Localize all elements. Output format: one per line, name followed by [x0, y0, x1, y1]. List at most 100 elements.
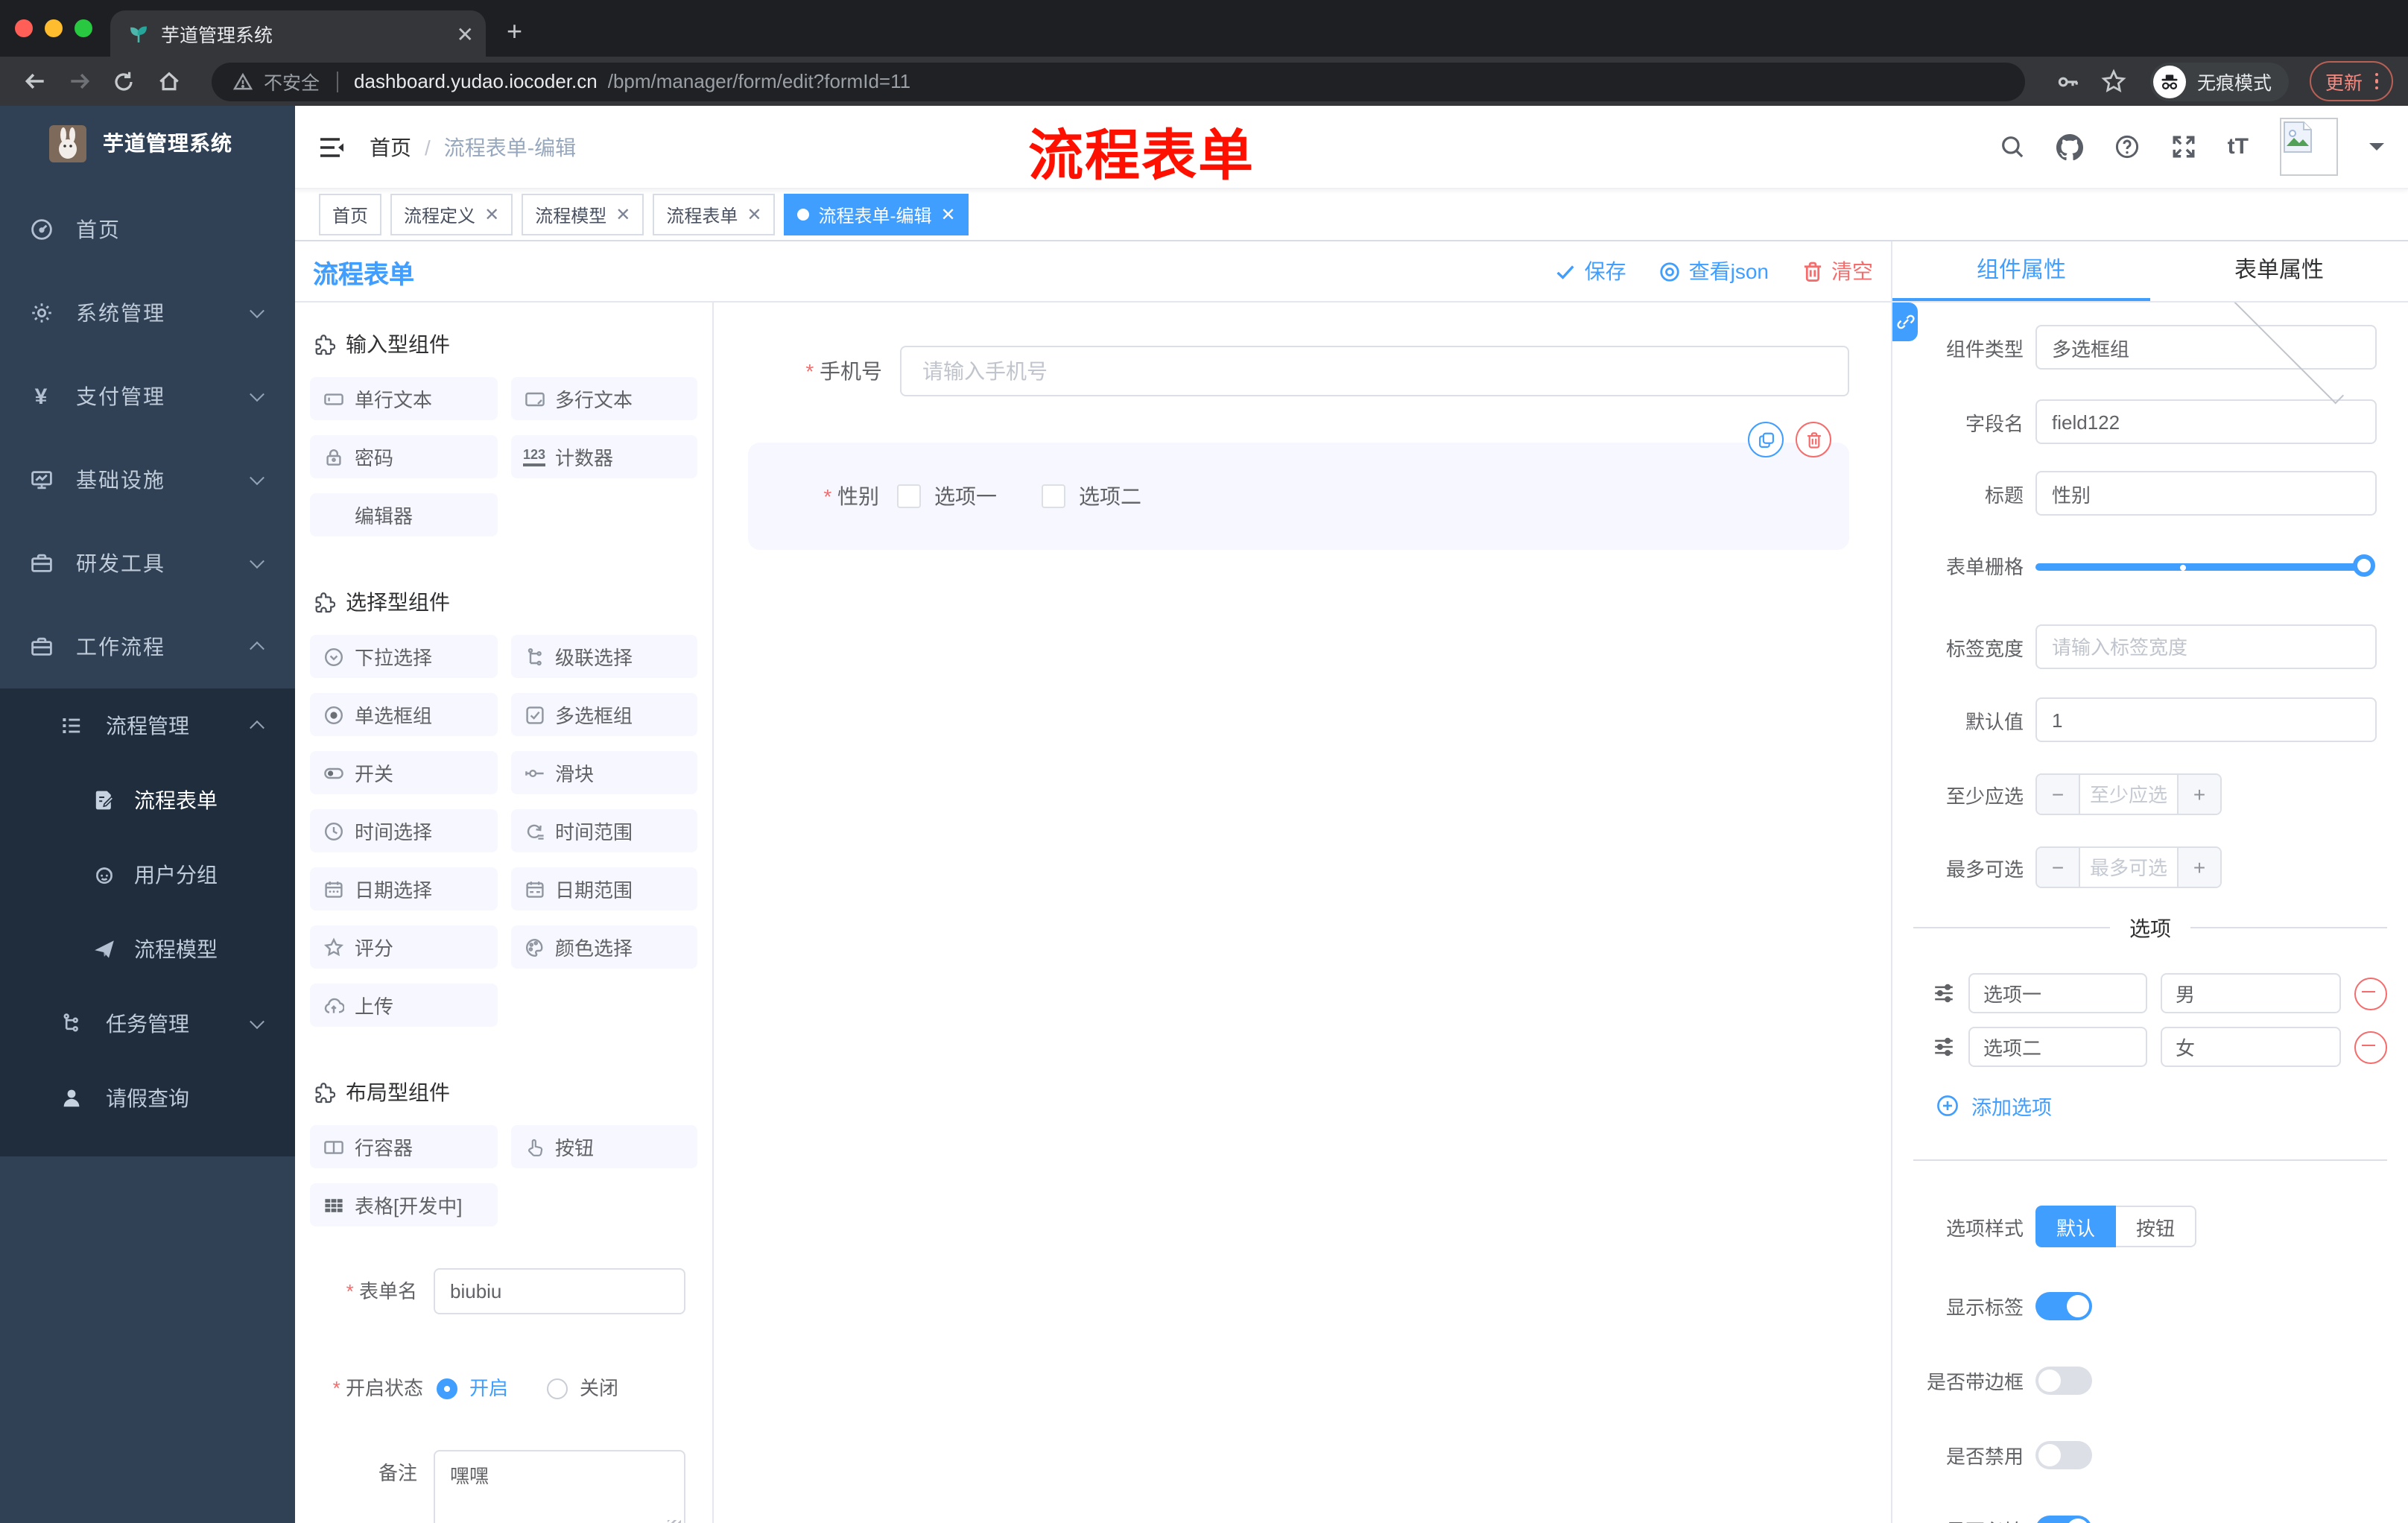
component-cascader[interactable]: 级联选择 — [510, 635, 697, 678]
browser-menu-icon[interactable] — [2374, 72, 2378, 90]
component-type-select[interactable]: 多选框组 — [2035, 303, 2377, 405]
component-multi-line-text[interactable]: 多行文本 — [510, 377, 697, 420]
option-label-input[interactable] — [1968, 973, 2147, 1013]
tab-close-icon[interactable]: ✕ — [457, 23, 474, 44]
border-toggle[interactable] — [2035, 1367, 2092, 1395]
option-value-input[interactable] — [2161, 1027, 2341, 1067]
checkbox-icon[interactable] — [897, 484, 921, 508]
checkbox-icon[interactable] — [1042, 484, 1065, 508]
add-option-button[interactable]: 添加选项 — [1936, 1091, 2408, 1121]
link-handle[interactable] — [1892, 303, 1918, 341]
component-time-picker[interactable]: 时间选择 — [310, 809, 497, 852]
component-select[interactable]: 下拉选择 — [310, 635, 497, 678]
form-canvas[interactable]: 手机号 性别 — [714, 303, 1891, 1523]
component-date-picker[interactable]: 日期选择 — [310, 867, 497, 911]
stepper-decrease-button[interactable] — [2037, 848, 2080, 887]
view-json-button[interactable]: 查看json — [1659, 256, 1769, 286]
tag-close-icon[interactable]: ✕ — [941, 206, 956, 224]
option-value-input[interactable] — [2161, 973, 2341, 1013]
tab-form-props[interactable]: 表单属性 — [2150, 241, 2408, 301]
fullscreen-icon[interactable] — [2171, 134, 2196, 159]
status-radio-on[interactable]: 开启 — [437, 1365, 508, 1411]
component-upload[interactable]: 上传 — [310, 984, 497, 1027]
min-select-input[interactable] — [2080, 775, 2177, 814]
browser-tab[interactable]: 芋道管理系统 ✕ — [110, 10, 486, 57]
new-tab-button[interactable]: + — [507, 16, 522, 48]
max-select-stepper[interactable] — [2035, 846, 2222, 888]
option-label-input[interactable] — [1968, 1027, 2147, 1067]
sidebar-item-devtools[interactable]: 研发工具 — [0, 522, 295, 605]
font-size-icon[interactable]: tT — [2228, 134, 2249, 159]
min-select-stepper[interactable] — [2035, 773, 2222, 815]
form-name-input[interactable] — [434, 1268, 685, 1314]
remove-option-button[interactable] — [2354, 977, 2387, 1010]
github-icon[interactable] — [2056, 133, 2083, 160]
tag-close-icon[interactable]: ✕ — [747, 206, 761, 224]
required-toggle[interactable] — [2035, 1516, 2092, 1523]
field-name-input[interactable] — [2035, 399, 2377, 444]
component-color-picker[interactable]: 颜色选择 — [510, 925, 697, 969]
clear-button[interactable]: 清空 — [1802, 256, 1873, 286]
component-time-range[interactable]: 时间范围 — [510, 809, 697, 852]
sidebar-item-workflow[interactable]: 工作流程 — [0, 605, 295, 688]
sidebar-item-infra[interactable]: 基础设施 — [0, 438, 295, 522]
sidebar-item-leave-query[interactable]: 请假查询 — [0, 1061, 295, 1136]
title-input[interactable] — [2035, 471, 2377, 516]
component-counter[interactable]: 123 计数器 — [510, 435, 697, 478]
style-button-button[interactable]: 按钮 — [2116, 1206, 2196, 1247]
tag-close-icon[interactable]: ✕ — [615, 206, 630, 224]
sidebar-item-system[interactable]: 系统管理 — [0, 271, 295, 355]
drag-handle-icon[interactable] — [1933, 1036, 1955, 1058]
sidebar-item-payment[interactable]: ¥ 支付管理 — [0, 355, 295, 438]
close-window-button[interactable] — [15, 19, 33, 37]
tag-process-form[interactable]: 流程表单 ✕ — [653, 194, 776, 235]
show-label-toggle[interactable] — [2035, 1292, 2092, 1320]
reload-button[interactable] — [104, 62, 143, 101]
component-row-container[interactable]: 行容器 — [310, 1125, 497, 1168]
sidebar-item-task-manage[interactable]: 任务管理 — [0, 987, 295, 1061]
hamburger-icon[interactable] — [319, 135, 346, 159]
tag-process-form-edit[interactable]: 流程表单-编辑 ✕ — [784, 194, 969, 235]
tag-process-definition[interactable]: 流程定义 ✕ — [390, 194, 513, 235]
browser-update-button[interactable]: 更新 — [2310, 61, 2393, 101]
window-controls[interactable] — [0, 0, 110, 57]
component-password[interactable]: 密码 — [310, 435, 497, 478]
component-date-range[interactable]: 日期范围 — [510, 867, 697, 911]
stepper-increase-button[interactable] — [2177, 848, 2220, 887]
default-value-input[interactable] — [2035, 697, 2377, 742]
avatar[interactable] — [2280, 118, 2338, 176]
breadcrumb-home[interactable]: 首页 — [370, 132, 411, 162]
slider-track[interactable] — [2035, 563, 2365, 570]
stepper-increase-button[interactable] — [2177, 775, 2220, 814]
delete-field-button[interactable] — [1796, 422, 1831, 457]
component-rate[interactable]: 评分 — [310, 925, 497, 969]
canvas-field-phone[interactable]: 手机号 — [732, 346, 1849, 396]
component-radio-group[interactable]: 单选框组 — [310, 693, 497, 736]
grid-slider[interactable] — [2035, 554, 2375, 577]
drag-handle-icon[interactable] — [1933, 982, 1955, 1004]
gender-option-1[interactable]: 选项一 — [897, 481, 997, 511]
sidebar-item-user-group[interactable]: 用户分组 — [0, 838, 295, 912]
sidebar-item-home[interactable]: 首页 — [0, 188, 295, 271]
status-radio-off[interactable]: 关闭 — [547, 1365, 618, 1411]
tab-component-props[interactable]: 组件属性 — [1892, 241, 2150, 301]
sidebar-item-process-model[interactable]: 流程模型 — [0, 912, 295, 987]
canvas-field-gender-selected[interactable]: 性别 选项一 选项二 — [748, 422, 1849, 550]
home-button[interactable] — [149, 62, 188, 101]
label-width-input[interactable] — [2035, 624, 2377, 669]
max-select-input[interactable] — [2080, 848, 2177, 887]
component-slider[interactable]: 滑块 — [510, 751, 697, 794]
remove-option-button[interactable] — [2354, 1030, 2387, 1063]
tag-process-model[interactable]: 流程模型 ✕ — [522, 194, 644, 235]
remark-textarea[interactable]: 嘿嘿 — [434, 1450, 685, 1523]
component-button[interactable]: 按钮 — [510, 1125, 697, 1168]
component-switch[interactable]: 开关 — [310, 751, 497, 794]
tag-home[interactable]: 首页 — [319, 194, 382, 235]
address-bar[interactable]: 不安全 dashboard.yudao.iocoder.cn /bpm/mana… — [212, 62, 2026, 101]
slider-handle[interactable] — [2353, 554, 2375, 576]
component-single-line-text[interactable]: 单行文本 — [310, 377, 497, 420]
component-checkbox-group[interactable]: 多选框组 — [510, 693, 697, 736]
maximize-window-button[interactable] — [75, 19, 92, 37]
sidebar-item-process-manage[interactable]: 流程管理 — [0, 688, 295, 763]
stepper-decrease-button[interactable] — [2037, 775, 2080, 814]
